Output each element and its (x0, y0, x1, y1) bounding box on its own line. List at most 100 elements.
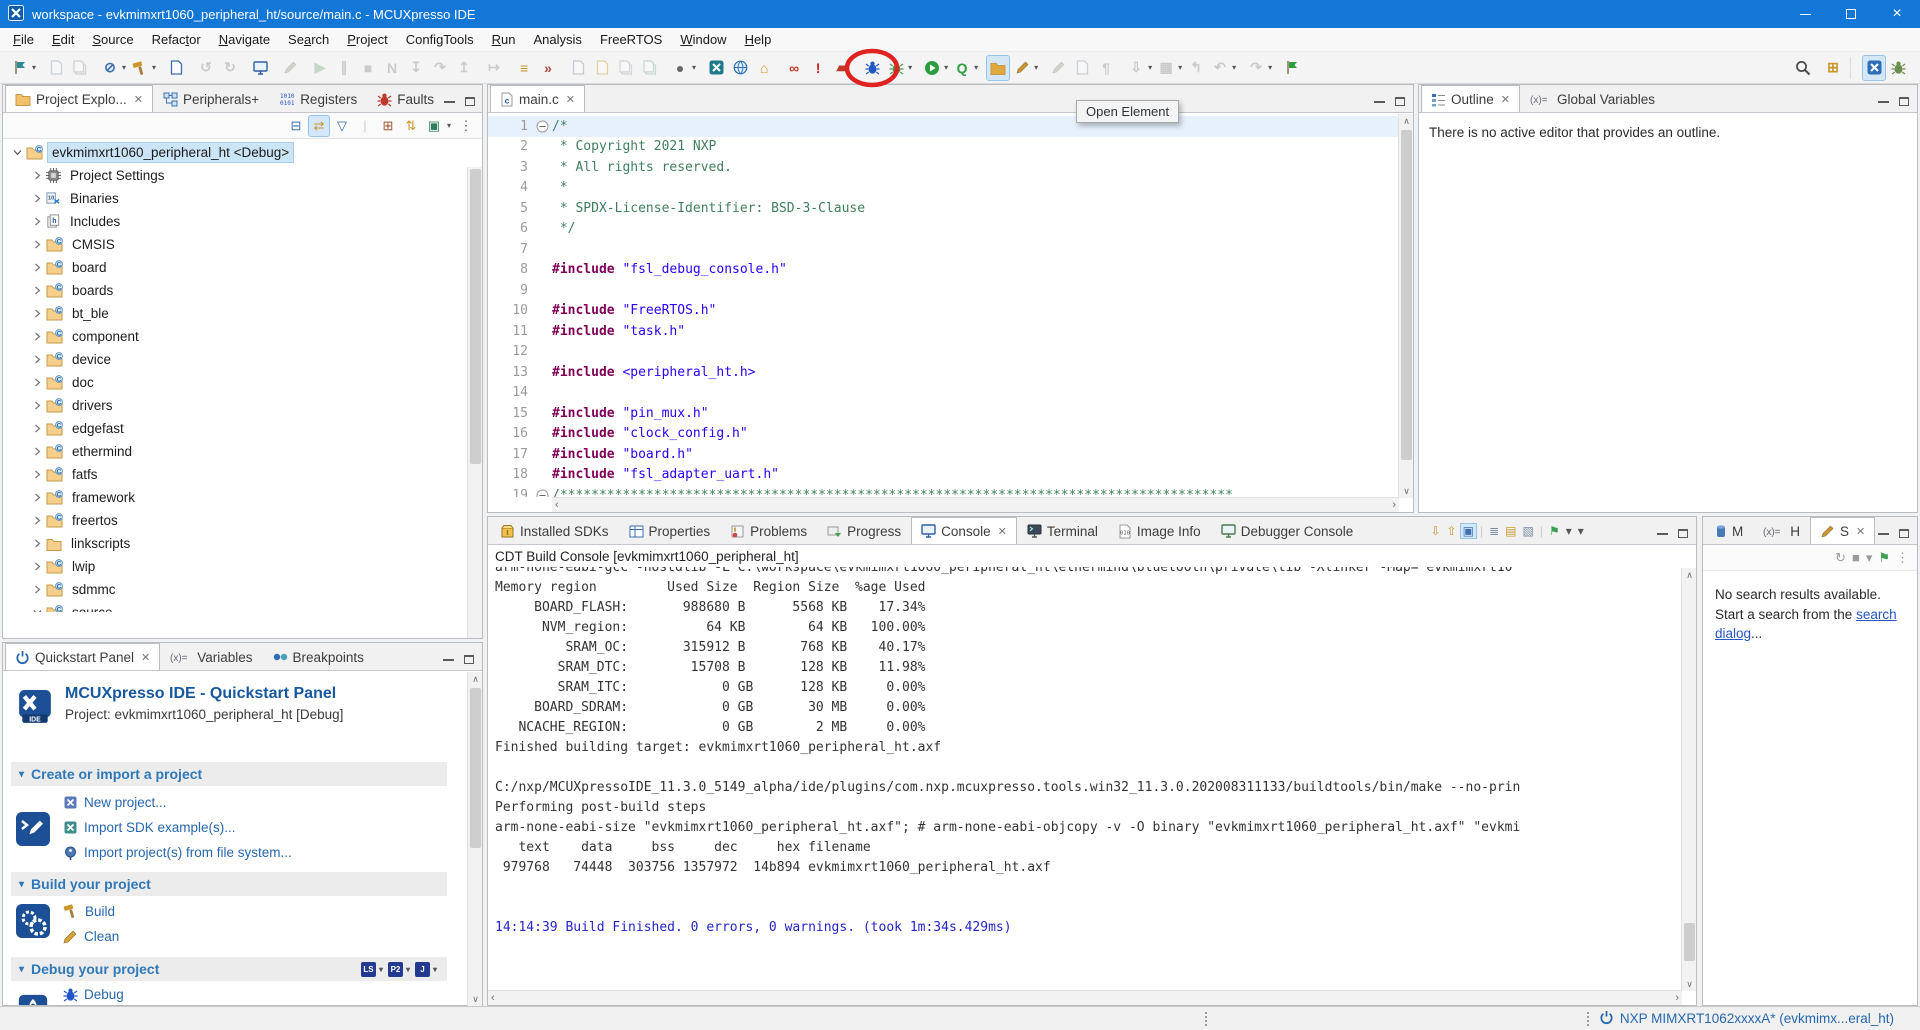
toolbar-save-icon[interactable] (45, 56, 67, 80)
console-tab-progress[interactable]: Progress (817, 517, 911, 544)
quickstart-scrollbar[interactable]: ∧ ∨ (467, 672, 482, 1006)
menu-source[interactable]: Source (83, 28, 142, 51)
toolbar-restart-icon[interactable]: N (381, 56, 403, 80)
debug-probe-j-icon[interactable]: J (415, 962, 430, 977)
search-tab-h[interactable]: (x)=H (1753, 517, 1810, 544)
tree-item-doc[interactable]: Cdoc (29, 371, 98, 394)
project-explorer-tab-peripherals-[interactable]: Peripherals+ (153, 85, 269, 112)
stop-icon[interactable]: ■ (1852, 550, 1860, 565)
tree-expander-icon[interactable] (29, 493, 46, 502)
tree-expander-icon[interactable] (29, 447, 46, 456)
tree-item-binaries[interactable]: 10Binaries (29, 187, 123, 210)
console-tab-problems[interactable]: Problems (720, 517, 817, 544)
toolbar-redo-icon[interactable]: ↷ (1245, 56, 1267, 80)
toolbar-quick-run-icon-dropdown[interactable]: ▾ (974, 63, 978, 72)
editor-vscrollbar[interactable]: ∧ ∨ (1398, 114, 1413, 498)
menu-help[interactable]: Help (736, 28, 781, 51)
maximize-view-icon[interactable] (1678, 529, 1688, 538)
toolbar-debug-bug-icon-dropdown[interactable]: ▾ (908, 63, 912, 72)
toolbar-mcuxpresso-icon[interactable] (705, 56, 727, 80)
tree-expander-icon[interactable] (29, 516, 46, 525)
editor-tab-main-c[interactable]: cmain.c✕ (490, 85, 585, 112)
tree-item-sdmmc[interactable]: Csdmmc (29, 578, 120, 601)
tree-expander-icon[interactable] (29, 194, 46, 203)
quickstart-action-import-project-s-from-file-system-[interactable]: Import project(s) from file system... (63, 845, 292, 860)
scroll-up-icon[interactable]: ⇧ (1445, 524, 1459, 538)
tree-item-drivers[interactable]: Cdrivers (29, 394, 117, 417)
tree-item-fatfs[interactable]: Cfatfs (29, 463, 102, 486)
quickstart-tab-quickstart-panel[interactable]: Quickstart Panel✕ (5, 643, 160, 670)
fold-minus-icon[interactable] (532, 489, 552, 497)
quickstart-action-build[interactable]: Build (63, 903, 115, 919)
lock-console-icon[interactable]: ▤ (1503, 524, 1518, 538)
toolbar-gold-pen-icon-dropdown[interactable]: ▾ (1034, 63, 1038, 72)
menu-analysis[interactable]: Analysis (525, 28, 591, 51)
section-collapse-icon[interactable]: ▾ (19, 769, 24, 780)
search-tab-s[interactable]: S✕ (1810, 517, 1875, 544)
tree-item-ethermind[interactable]: Cethermind (29, 440, 136, 463)
project-explorer-tab-faults[interactable]: Faults (367, 85, 444, 112)
menu-search[interactable]: Search (279, 28, 338, 51)
toolbar-redo-icon-dropdown[interactable]: ▾ (1268, 63, 1272, 72)
tab-close-icon[interactable]: ✕ (141, 651, 150, 664)
project-tree-scrollbar[interactable] (467, 167, 482, 638)
toolbar-pause-icon[interactable]: ∥ (333, 56, 355, 80)
quickstart-action-debug[interactable]: Debug (63, 987, 124, 1002)
toolbar-skip-breakpoints-icon-dropdown[interactable]: ▾ (122, 63, 126, 72)
toolbar-save-all-icon[interactable] (69, 56, 91, 80)
tree-expander-icon[interactable] (29, 424, 46, 433)
toolbar-home-icon[interactable]: ⌂ (753, 56, 775, 80)
tree-item-freertos[interactable]: Cfreertos (29, 509, 122, 532)
console-tab-properties[interactable]: Properties (619, 517, 721, 544)
console-vscrollbar[interactable]: ∧ ∨ (1681, 568, 1696, 991)
config-x-icon-dropdown[interactable]: ▾ (447, 121, 451, 130)
toolbar-down-dd-icon-dropdown[interactable]: ▾ (1148, 63, 1152, 72)
console-tab-installed-sdks[interactable]: Installed SDKs (490, 517, 619, 544)
toolbar-skip-breakpoints-icon[interactable]: ⊘ (99, 56, 121, 80)
menu-run[interactable]: Run (483, 28, 525, 51)
tree-expander-icon[interactable] (29, 171, 46, 180)
pin-console-icon[interactable]: ⚑ (1547, 524, 1562, 538)
toolbar-open-dir-icon[interactable] (987, 56, 1009, 80)
tree-item-device[interactable]: Cdevice (29, 348, 115, 371)
view-menu-icon[interactable]: ⋮ (456, 116, 476, 136)
toolbar-perspective-debug-icon[interactable] (1887, 56, 1909, 80)
toolbar-gold-pen-icon[interactable] (1011, 56, 1033, 80)
fold-minus-icon[interactable] (532, 120, 552, 133)
quickstart-section-debug-your-project[interactable]: ▾Debug your projectLS▾P2▾J▾ (11, 957, 447, 981)
link-with-editor-icon[interactable]: ⇄ (309, 116, 329, 136)
toolbar-alert-icon[interactable]: ! (807, 56, 829, 80)
target-device-status[interactable]: NXP MIMXRT1062xxxxA* (evkmimx...eral_ht) (1599, 1010, 1894, 1028)
tree-expander-icon[interactable] (29, 240, 46, 249)
open-console-icon[interactable]: ▾ (1564, 524, 1574, 538)
tree-expander-icon[interactable] (29, 401, 46, 410)
tree-item-project-settings[interactable]: Project Settings (29, 164, 169, 187)
toolbar-flag-pin-icon[interactable] (1281, 56, 1303, 80)
toolbar-resume-icon[interactable]: ▶ (309, 56, 331, 80)
editor-hscrollbar[interactable]: ‹› (552, 497, 1399, 512)
scroll-lock-down-icon[interactable]: ⇩ (1428, 524, 1442, 538)
tree-expander-icon[interactable] (29, 539, 46, 548)
section-collapse-icon[interactable]: ▾ (19, 964, 24, 975)
menu-refactor[interactable]: Refactor (143, 28, 210, 51)
tab-close-icon[interactable]: ✕ (1856, 525, 1865, 538)
quickstart-section-build-your-project[interactable]: ▾Build your project (11, 872, 447, 896)
tree-expander-icon[interactable] (29, 355, 46, 364)
minimize-view-icon[interactable] (1878, 532, 1889, 535)
tree-item-evkmimxrt1060-peripheral-ht-debug-[interactable]: Cevkmimxrt1060_peripheral_ht <Debug> (9, 141, 293, 164)
tree-expander-icon[interactable] (29, 309, 46, 318)
tab-close-icon[interactable]: ✕ (998, 525, 1007, 538)
grid-icon[interactable]: ⊞ (378, 116, 398, 136)
toolbar-instruction-stepping-icon[interactable]: ↦ (483, 56, 505, 80)
toolbar-copy-doc-gold-icon[interactable] (591, 56, 613, 80)
maximize-view-icon[interactable] (1395, 97, 1405, 106)
toolbar-profile-lines-icon[interactable]: ≡ (513, 56, 535, 80)
tree-item-framework[interactable]: Cframework (29, 486, 139, 509)
toolbar-perspective-develop-icon[interactable] (1863, 56, 1885, 80)
tree-item-board[interactable]: Cboard (29, 256, 111, 279)
tree-expander-icon[interactable] (29, 585, 46, 594)
clear-console-icon[interactable]: ▧ (1520, 524, 1535, 538)
toolbar-promote-icon[interactable]: ↰ (1185, 56, 1207, 80)
refresh-icon[interactable]: ↻ (1835, 550, 1846, 566)
word-wrap-icon[interactable]: ≣ (1487, 524, 1501, 538)
